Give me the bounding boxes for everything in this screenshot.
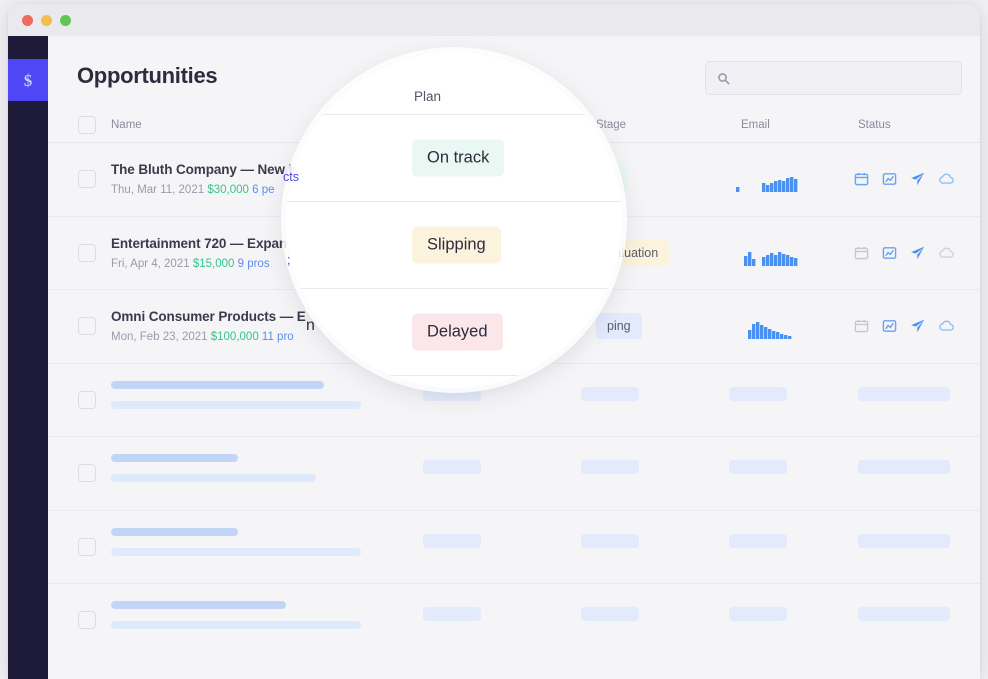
table-row-skeleton[interactable] (48, 437, 980, 511)
calendar-icon[interactable] (854, 172, 869, 187)
magnified-row (286, 375, 622, 388)
opportunity-date: Thu, Mar 11, 2021 (111, 184, 204, 196)
status-icons (854, 172, 955, 187)
minimize-button[interactable] (41, 15, 52, 26)
magnified-plan-badge: Delayed (412, 313, 503, 350)
skeleton-cell (729, 607, 787, 621)
column-header-email[interactable]: Email (741, 119, 770, 131)
send-icon[interactable] (910, 172, 925, 187)
sidebar: $ (8, 36, 48, 679)
skeleton-cell (423, 387, 481, 401)
skeleton-cell (858, 607, 950, 621)
skeleton-cell (858, 534, 950, 548)
skeleton-cell (423, 534, 481, 548)
row-checkbox[interactable] (78, 170, 96, 188)
skeleton-cell (423, 607, 481, 621)
skeleton-title (111, 454, 238, 462)
skeleton-cell (423, 460, 481, 474)
email-sparkline (736, 166, 798, 192)
magnified-row: On track (286, 114, 622, 202)
calendar-icon[interactable] (854, 319, 869, 334)
status-icons (854, 319, 955, 334)
magnified-row: Delayed (286, 288, 622, 376)
opportunity-amount: $15,000 (193, 258, 235, 270)
opportunity-people: 6 pe (252, 184, 274, 196)
email-sparkline (736, 313, 798, 339)
email-sparkline (736, 240, 798, 266)
search-bar[interactable] (705, 61, 962, 95)
cloud-icon[interactable] (938, 319, 955, 334)
window-titlebar (8, 4, 980, 37)
cloud-icon[interactable] (938, 172, 955, 187)
send-icon[interactable] (910, 245, 925, 260)
skeleton-cell (729, 534, 787, 548)
skeleton-meta (111, 474, 316, 482)
row-checkbox[interactable] (78, 464, 96, 482)
select-all-checkbox[interactable] (78, 116, 96, 134)
skeleton-title (111, 601, 286, 609)
close-button[interactable] (22, 15, 33, 26)
column-header-status[interactable]: Status (858, 119, 891, 131)
table-row-skeleton[interactable] (48, 584, 980, 657)
table-row-skeleton[interactable] (48, 511, 980, 585)
page-title: Opportunities (77, 63, 217, 89)
magnified-row: Slipping (286, 201, 622, 289)
search-input[interactable] (738, 71, 961, 85)
column-header-name[interactable]: Name (111, 119, 142, 131)
magnifier-content: Plan On track Slipping Delayed (286, 52, 622, 388)
skeleton-cell (581, 460, 639, 474)
skeleton-cell (858, 387, 950, 401)
opportunity-date: Mon, Feb 23, 2021 (111, 331, 208, 343)
opportunity-date: Fri, Apr 4, 2021 (111, 258, 190, 270)
opportunity-amount: $100,000 (211, 331, 259, 343)
row-checkbox[interactable] (78, 538, 96, 556)
send-icon[interactable] (910, 319, 925, 334)
skeleton-cell (581, 607, 639, 621)
magnified-plan-badge: On track (412, 139, 504, 176)
skeleton-cell (858, 460, 950, 474)
cloud-icon[interactable] (938, 245, 955, 260)
row-checkbox[interactable] (78, 317, 96, 335)
skeleton-title (111, 528, 238, 536)
skeleton-cell (729, 460, 787, 474)
chart-icon[interactable] (882, 245, 897, 260)
zoom-button[interactable] (60, 15, 71, 26)
chart-icon[interactable] (882, 319, 897, 334)
row-checkbox[interactable] (78, 244, 96, 262)
search-icon (717, 72, 730, 85)
magnified-column-header: Plan (414, 89, 441, 104)
chart-icon[interactable] (882, 172, 897, 187)
window-controls (22, 15, 71, 26)
sidebar-item-money[interactable]: $ (8, 59, 48, 101)
skeleton-meta (111, 401, 361, 409)
row-checkbox[interactable] (78, 611, 96, 629)
magnifier-header: Plan (286, 52, 622, 115)
skeleton-cell (729, 387, 787, 401)
magnifier-lens: Plan On track Slipping Delayed (286, 52, 622, 388)
dollar-icon: $ (24, 72, 33, 89)
status-icons (854, 245, 955, 260)
row-checkbox[interactable] (78, 391, 96, 409)
skeleton-meta (111, 621, 361, 629)
app-root: $ Opportunities Name P (0, 0, 988, 679)
skeleton-meta (111, 548, 361, 556)
opportunity-people: 9 pros (238, 258, 270, 270)
skeleton-cell (581, 387, 639, 401)
magnified-plan-badge: Slipping (412, 226, 501, 263)
calendar-icon[interactable] (854, 245, 869, 260)
skeleton-cell (581, 534, 639, 548)
opportunity-amount: $30,000 (207, 184, 249, 196)
